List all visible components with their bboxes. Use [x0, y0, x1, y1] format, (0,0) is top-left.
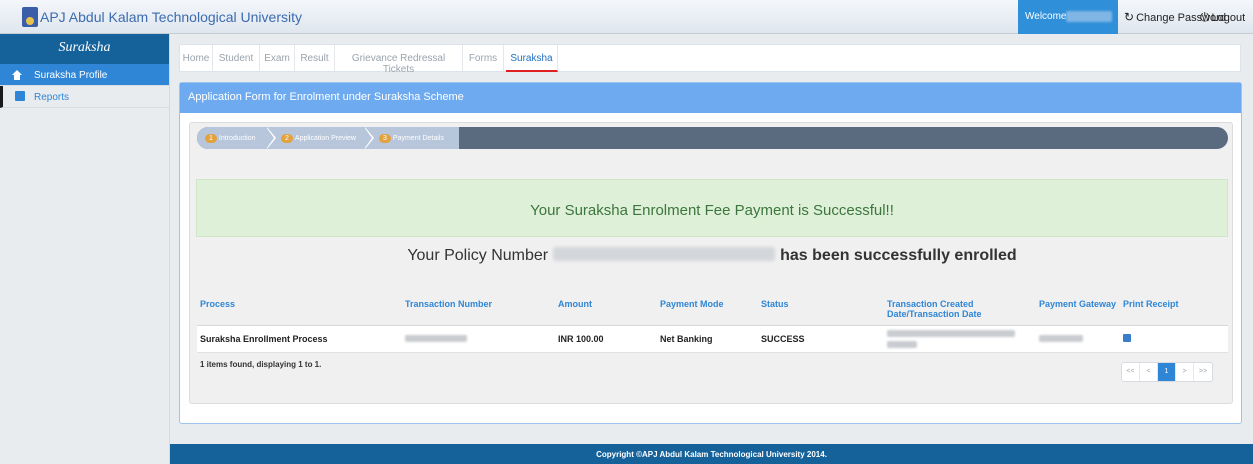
tab-home[interactable]: Home: [180, 45, 213, 72]
logout-link[interactable]: ⏻ Logout: [1200, 10, 1245, 25]
column-header-process: Process: [197, 295, 402, 326]
table-row: Suraksha Enrollment Process INR 100.00 N…: [197, 325, 1228, 353]
results-count: 1 items found, displaying 1 to 1.: [200, 360, 322, 369]
tab-student[interactable]: Student: [213, 45, 260, 72]
tab-suraksha[interactable]: Suraksha: [506, 45, 558, 72]
policy-prefix: Your Policy Number: [407, 247, 549, 264]
pagination-prev[interactable]: <: [1140, 363, 1158, 381]
column-header-status: Status: [758, 295, 884, 326]
cell-process: Suraksha Enrollment Process: [197, 325, 402, 353]
column-header-payment-gateway: Payment Gateway: [1036, 295, 1120, 326]
sidebar: Suraksha Suraksha Profile Reports: [0, 34, 170, 464]
column-header-amount: Amount: [555, 295, 657, 326]
step-number: 3: [379, 134, 391, 143]
cell-status: SUCCESS: [758, 325, 884, 353]
transaction-date-redacted: [887, 340, 917, 348]
print-icon[interactable]: [1123, 333, 1131, 342]
welcome-area: Welcome: [1018, 0, 1118, 34]
sidebar-item-suraksha-profile[interactable]: Suraksha Profile: [0, 64, 169, 86]
step-label: Introduction: [218, 135, 256, 142]
policy-message: Your Policy Number has been successfully …: [190, 247, 1234, 265]
step-label: Payment Details: [392, 135, 444, 142]
footer-copyright: Copyright ©APJ Abdul Kalam Technological…: [170, 444, 1253, 464]
home-icon: [12, 70, 22, 80]
sidebar-item-label: Suraksha Profile: [34, 70, 108, 81]
cell-payment-gateway: [1036, 325, 1120, 353]
policy-number-redacted: [553, 247, 776, 261]
top-bar: APJ Abdul Kalam Technological University…: [0, 0, 1253, 34]
transaction-date-redacted: [887, 329, 1015, 337]
cell-amount: INR 100.00: [555, 325, 657, 353]
app-title[interactable]: APJ Abdul Kalam Technological University: [40, 9, 302, 25]
transaction-number-redacted: [405, 334, 467, 342]
tab-grievance[interactable]: Grievance Redressal Tickets: [335, 45, 463, 75]
cell-print-receipt: [1120, 325, 1228, 353]
step-number: 2: [281, 134, 293, 143]
column-header-print-receipt: Print Receipt: [1120, 295, 1228, 326]
cell-transaction-date: [884, 325, 1036, 353]
step-application-preview[interactable]: 2 Application Preview: [277, 127, 369, 149]
pagination-page-1[interactable]: 1: [1158, 363, 1176, 381]
top-nav-tabs: Home Student Exam Result Grievance Redre…: [179, 44, 1241, 75]
tab-exam[interactable]: Exam: [260, 45, 295, 72]
step-separator: [266, 127, 274, 149]
power-icon: ⏻: [1200, 10, 1210, 24]
step-separator: [364, 127, 372, 149]
column-header-transaction-number: Transaction Number: [402, 295, 555, 326]
tab-forms[interactable]: Forms: [463, 45, 504, 72]
table-header-row: Process Transaction Number Amount Paymen…: [197, 295, 1228, 326]
cell-payment-mode: Net Banking: [657, 325, 758, 353]
pagination-last[interactable]: >>: [1194, 363, 1212, 381]
tab-result[interactable]: Result: [295, 45, 335, 72]
pagination: << < 1 > >>: [1121, 362, 1213, 382]
university-logo-icon: [22, 7, 38, 27]
step-payment-details[interactable]: 3 Payment Details: [375, 127, 459, 149]
policy-suffix: has been successfully enrolled: [780, 247, 1017, 264]
logout-label: Logout: [1211, 12, 1246, 24]
enrolment-panel: Application Form for Enrolment under Sur…: [179, 82, 1242, 424]
sidebar-item-label: Reports: [34, 92, 70, 103]
success-alert: Your Suraksha Enrolment Fee Payment is S…: [196, 179, 1228, 237]
pagination-next[interactable]: >: [1176, 363, 1194, 381]
panel-body: 1 Introduction 2 Application Preview 3 Paym…: [189, 122, 1233, 404]
sidebar-title: Suraksha: [0, 34, 169, 64]
pagination-first[interactable]: <<: [1122, 363, 1140, 381]
user-name-redacted: [1066, 11, 1112, 22]
cell-transaction-number: [402, 325, 555, 353]
step-introduction[interactable]: 1 Introduction: [197, 127, 269, 149]
panel-title: Application Form for Enrolment under Sur…: [180, 83, 1241, 113]
step-number: 1: [205, 134, 217, 143]
column-header-payment-mode: Payment Mode: [657, 295, 758, 326]
refresh-icon: ↻: [1124, 10, 1135, 24]
sidebar-item-reports[interactable]: Reports: [0, 86, 169, 108]
welcome-label: Welcome: [1025, 11, 1067, 22]
transaction-table: Process Transaction Number Amount Paymen…: [197, 295, 1228, 353]
book-icon: [15, 91, 25, 101]
step-wizard: 1 Introduction 2 Application Preview 3 Paym…: [197, 127, 1228, 149]
column-header-transaction-date: Transaction Created Date/Transaction Dat…: [884, 295, 1036, 326]
payment-gateway-redacted: [1039, 334, 1083, 342]
step-label: Application Preview: [294, 135, 356, 142]
